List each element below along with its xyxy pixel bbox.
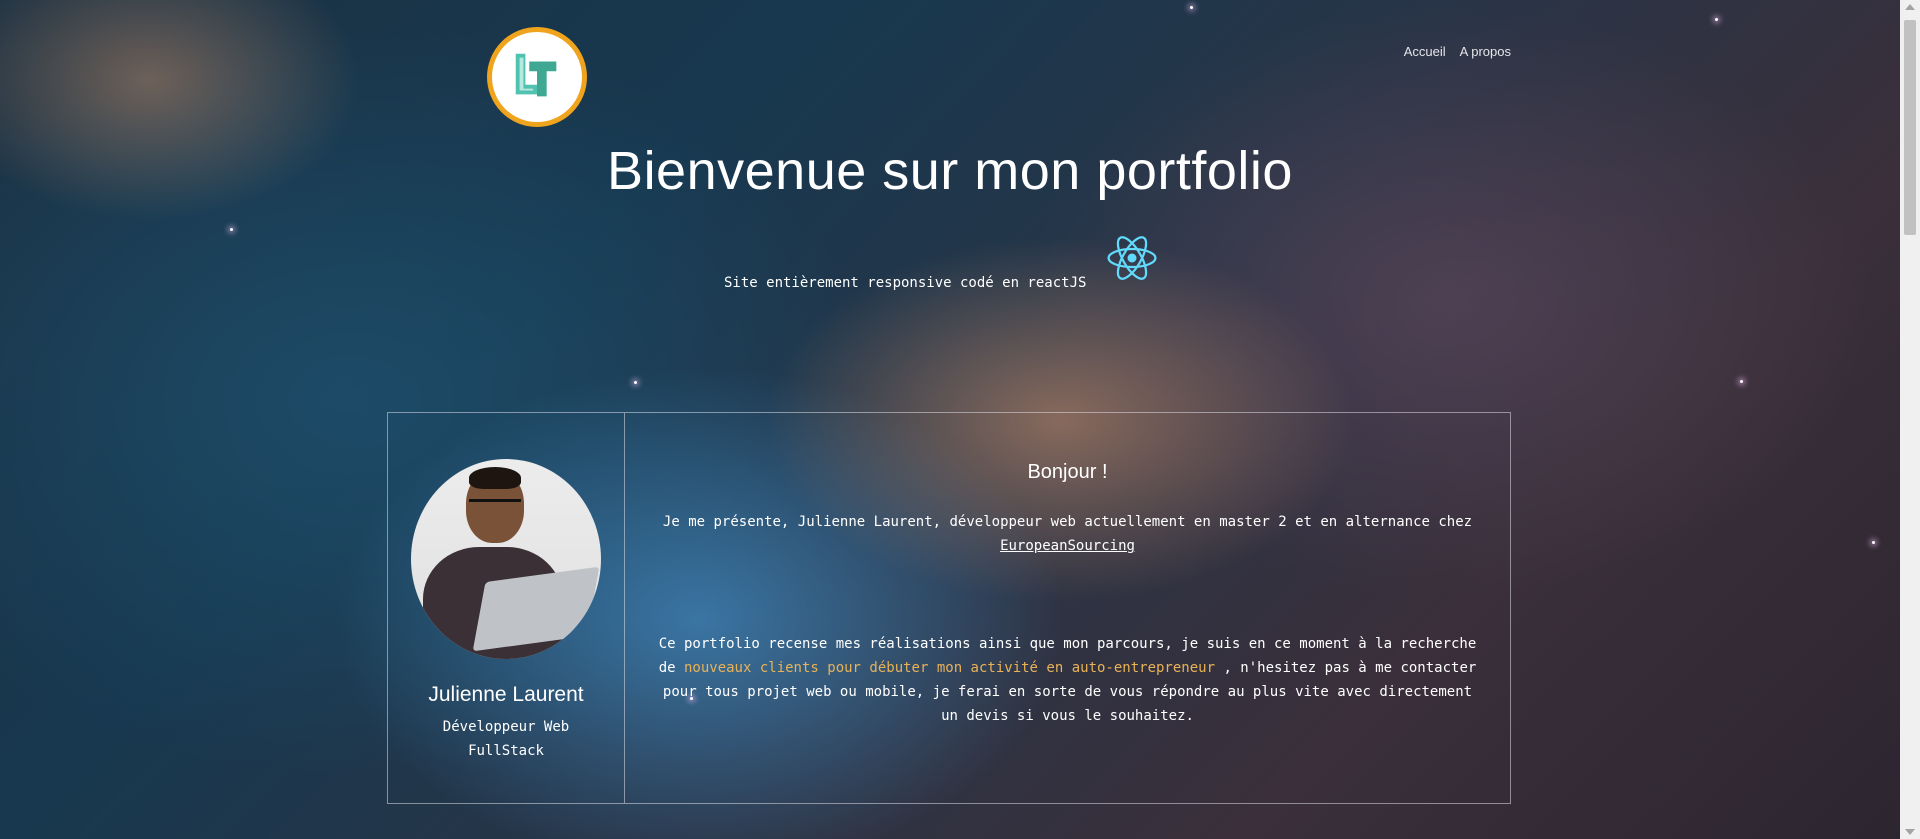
profile-role: Développeur Web FullStack [442,719,570,759]
company-link[interactable]: EuropeanSourcing [1000,538,1135,554]
about-card: Julienne Laurent Développeur Web FullSta… [387,412,1511,804]
hero-subtitle: Site entièrement responsive codé en reac… [724,275,1087,291]
page-scrollbar[interactable] [1900,0,1920,839]
highlight-text: nouveaux clients pour débuter mon activi… [683,660,1215,676]
about-content: Bonjour ! Je me présente, Julienne Laure… [625,413,1510,803]
profile-panel: Julienne Laurent Développeur Web FullSta… [388,413,625,803]
lt-monogram-icon [515,53,557,97]
site-logo[interactable] [487,27,587,127]
avatar [411,459,601,659]
intro-text: Je me présente, Julienne Laurent, dévelo… [653,510,1482,558]
intro-sentence: Je me présente, Julienne Laurent, dévelo… [662,514,1473,530]
greeting-heading: Bonjour ! [1027,461,1108,483]
portfolio-paragraph: Ce portfolio recense mes réalisations ai… [653,632,1482,728]
profile-name: Julienne Laurent [428,683,584,706]
scroll-down-icon[interactable] [1905,829,1915,835]
nav-a-propos[interactable]: A propos [1460,44,1511,59]
react-atom-icon [1107,236,1157,280]
main-nav: Accueil A propos [1404,44,1511,59]
scrollbar-thumb[interactable] [1904,20,1916,235]
nav-accueil[interactable]: Accueil [1404,44,1446,59]
page-title: Bienvenue sur mon portfolio [607,141,1293,201]
scroll-up-icon[interactable] [1905,4,1915,10]
